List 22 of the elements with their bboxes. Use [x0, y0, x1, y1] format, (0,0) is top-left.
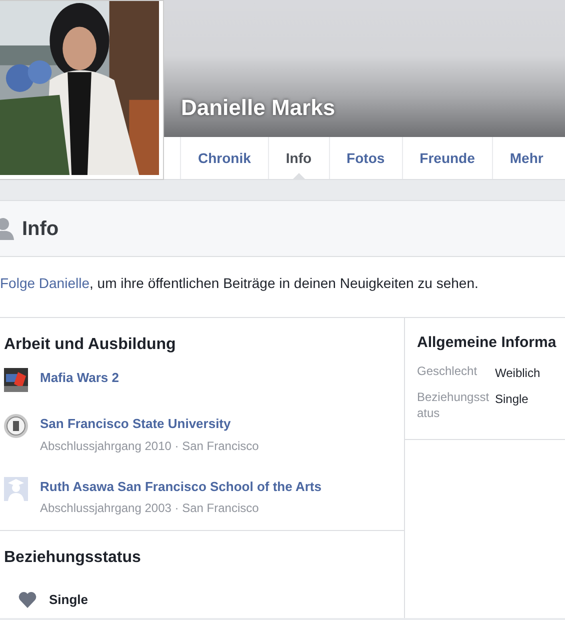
- follow-notice: Folge Danielle, um ihre öffentlichen Beiträge in deinen Neuigkeiten zu sehen.: [0, 257, 565, 318]
- section-heading: Allgemeine Informa: [417, 334, 558, 352]
- info-label: Geschlecht: [417, 364, 478, 380]
- entry-details: Abschlussjahrgang 2003 · San Francisco: [40, 500, 260, 518]
- seal-icon: [4, 414, 28, 438]
- entry-link[interactable]: San Francisco State University: [40, 414, 259, 434]
- follow-link[interactable]: Folge Danielle: [0, 275, 90, 291]
- relationship-status: Single: [49, 591, 88, 610]
- section-heading: Arbeit und Ausbildung: [3, 335, 177, 354]
- info-label: Beziehungsstatus: [417, 390, 490, 422]
- section-title: Info: [22, 216, 59, 240]
- section-heading: Beziehungsstatus: [3, 548, 142, 568]
- entry-link[interactable]: Ruth Asawa San Francisco School of the Arts: [40, 476, 322, 496]
- entry-details: Abschlussjahrgang 2010 · San Francisco: [40, 438, 259, 455]
- game-icon: [4, 368, 28, 392]
- info-value: Weiblich: [495, 365, 540, 382]
- person-icon: [0, 218, 14, 240]
- info-value: Single: [495, 391, 528, 408]
- entry-link[interactable]: Mafia Wars 2: [40, 368, 119, 388]
- heart-icon: [18, 591, 37, 608]
- profile-name: Danielle Marks: [181, 94, 336, 122]
- graduate-icon: [4, 476, 28, 501]
